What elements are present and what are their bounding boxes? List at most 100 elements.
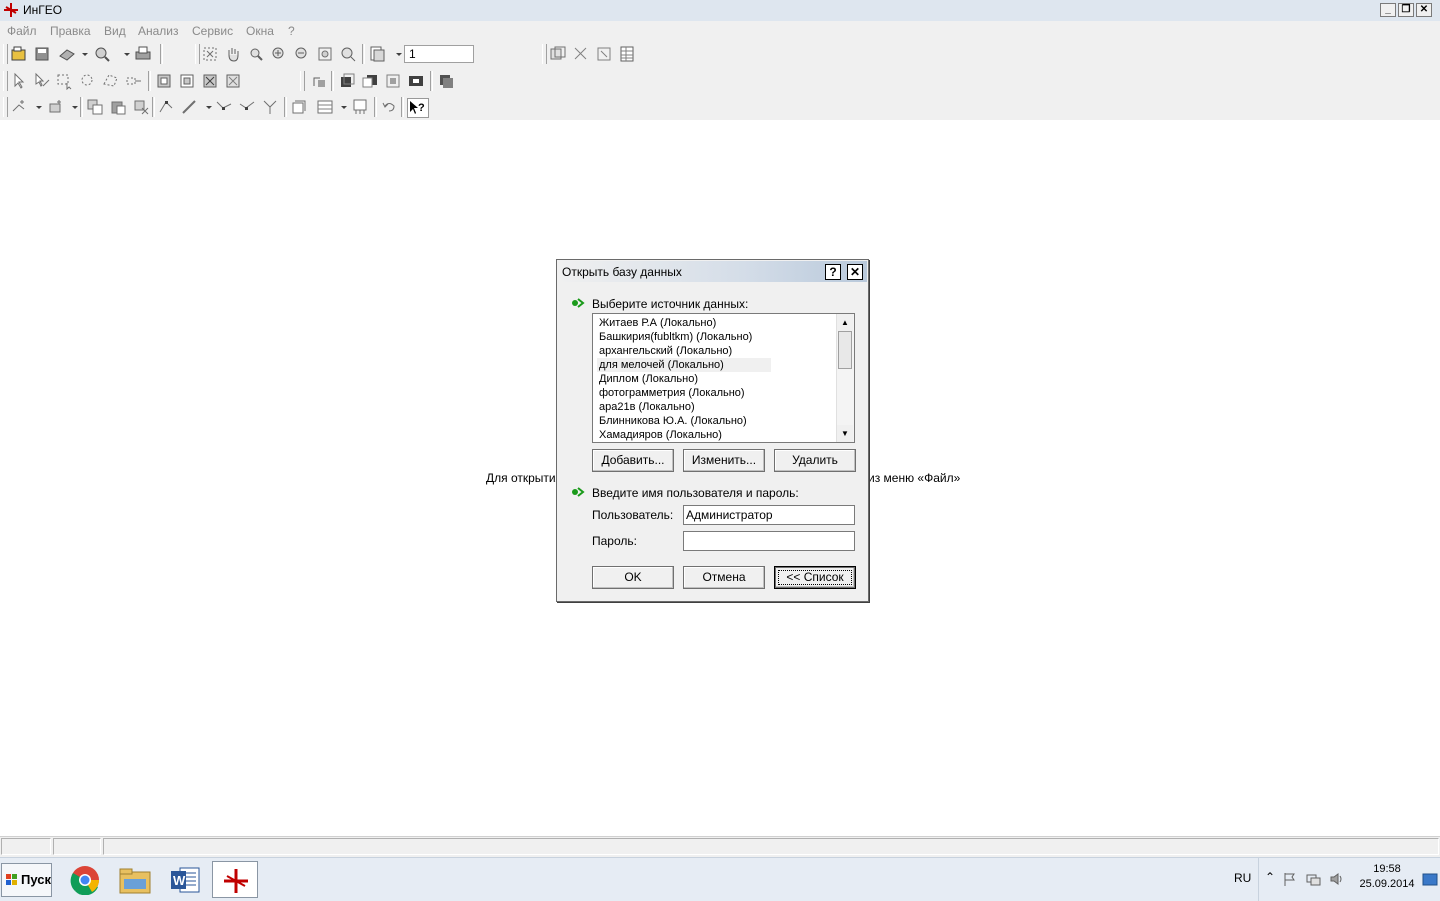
scroll-thumb[interactable]: [838, 331, 852, 369]
chevron-down-icon[interactable]: [390, 45, 402, 63]
action-center-flag-icon[interactable]: [1282, 871, 1298, 887]
preview-icon[interactable]: [93, 45, 111, 63]
new-point-icon[interactable]: [10, 98, 28, 116]
zoom-previous-icon[interactable]: [339, 45, 357, 63]
page-number-input[interactable]: 1: [404, 45, 474, 63]
split-icon[interactable]: [215, 98, 233, 116]
ingeo-taskbar-button[interactable]: [212, 861, 258, 898]
move-object-icon[interactable]: [310, 72, 328, 90]
menu-windows[interactable]: Окна: [246, 24, 274, 38]
cut-object-icon[interactable]: [132, 98, 150, 116]
topology-icon[interactable]: [261, 98, 279, 116]
menu-service[interactable]: Сервис: [192, 24, 233, 38]
user-field[interactable]: Администратор: [683, 505, 855, 525]
ungroup-icon[interactable]: [437, 72, 455, 90]
password-field[interactable]: [683, 531, 855, 551]
menu-help[interactable]: ?: [288, 24, 295, 38]
chevron-down-icon[interactable]: [66, 98, 78, 116]
select-line-icon[interactable]: [125, 72, 143, 90]
list-item[interactable]: ара21в (Локально): [599, 400, 695, 414]
word-taskbar-button[interactable]: W: [162, 861, 208, 898]
help-button[interactable]: ?: [825, 264, 841, 280]
list-item[interactable]: фотограмметрия (Локально): [599, 386, 745, 400]
menu-edit[interactable]: Правка: [50, 24, 91, 38]
clock[interactable]: 19:58 25.09.2014: [1355, 862, 1419, 892]
select-polygon-icon[interactable]: [102, 72, 120, 90]
scroll-down-arrow-icon[interactable]: ▼: [837, 425, 853, 442]
select-rect-icon[interactable]: [56, 72, 74, 91]
select-edit-icon[interactable]: [33, 72, 51, 90]
chrome-taskbar-button[interactable]: [62, 861, 108, 898]
list-toggle-button[interactable]: << Список: [774, 566, 856, 589]
eraser-icon[interactable]: [58, 45, 76, 63]
list-item[interactable]: Диплом (Локально): [599, 372, 698, 386]
data-source-list[interactable]: Житаев Р.А (Локально) Башкирия(fubltkm) …: [592, 313, 855, 443]
list-item[interactable]: Блинникова Ю.А. (Локально): [599, 414, 747, 428]
list-item[interactable]: Хамадияров (Локально): [599, 428, 722, 442]
attributes-table-icon[interactable]: [316, 98, 334, 116]
add-source-button[interactable]: Добавить...: [592, 449, 674, 472]
zoom-in-icon[interactable]: [270, 45, 288, 63]
draw-line-icon[interactable]: [181, 98, 199, 116]
scroll-up-arrow-icon[interactable]: ▲: [837, 314, 853, 331]
merge-icon[interactable]: [238, 98, 256, 116]
layers-icon[interactable]: [549, 45, 567, 63]
list-item[interactable]: Башкирия(fubltkm) (Локально): [599, 330, 752, 344]
new-object-icon[interactable]: [47, 98, 65, 116]
deselect-icon[interactable]: [201, 72, 219, 90]
delete-layer-icon[interactable]: [572, 45, 590, 63]
cancel-button[interactable]: Отмена: [683, 566, 765, 589]
select-circle-icon[interactable]: [79, 72, 97, 90]
chevron-down-icon[interactable]: [200, 98, 212, 116]
menu-view[interactable]: Вид: [104, 24, 126, 38]
close-dialog-button[interactable]: ✕: [847, 264, 863, 280]
zoom-out-icon[interactable]: [293, 45, 311, 63]
list-item[interactable]: архангельский (Локально): [599, 344, 732, 358]
bring-front-icon[interactable]: [338, 72, 356, 90]
send-back-icon[interactable]: [361, 72, 379, 90]
zoom-window-icon[interactable]: [247, 45, 265, 63]
undo-icon[interactable]: [380, 98, 398, 116]
print-icon[interactable]: [134, 45, 152, 63]
language-indicator[interactable]: RU: [1234, 871, 1251, 885]
menu-file[interactable]: Файл: [7, 24, 37, 38]
clear-selection-icon[interactable]: [224, 72, 242, 90]
zoom-all-icon[interactable]: [316, 45, 334, 63]
group-icon[interactable]: [407, 72, 425, 90]
show-desktop-icon[interactable]: [1422, 873, 1438, 887]
chevron-down-icon[interactable]: [335, 98, 347, 116]
minimize-button[interactable]: _: [1380, 3, 1396, 17]
delete-source-button[interactable]: Удалить: [774, 449, 856, 472]
start-button[interactable]: Пуск: [1, 863, 52, 897]
chevron-down-icon[interactable]: [76, 45, 88, 63]
network-icon[interactable]: [1305, 871, 1321, 887]
invert-selection-icon[interactable]: [178, 72, 196, 90]
list-item[interactable]: Житаев Р.А (Локально): [599, 316, 716, 330]
paste-object-icon[interactable]: [109, 98, 127, 116]
edit-geometry-icon[interactable]: [158, 98, 176, 116]
zoom-extent-icon[interactable]: [201, 45, 219, 63]
explorer-taskbar-button[interactable]: [112, 861, 158, 898]
copy-object-icon[interactable]: [86, 98, 104, 116]
report-icon[interactable]: [351, 98, 369, 116]
list-scrollbar[interactable]: ▲ ▼: [836, 314, 854, 442]
pan-hand-icon[interactable]: [224, 45, 242, 63]
dialog-titlebar[interactable]: Открыть базу данных ? ✕: [558, 261, 867, 282]
show-hidden-icons-icon[interactable]: ⌃: [1265, 870, 1275, 884]
select-arrow-icon[interactable]: [10, 72, 28, 90]
ok-button[interactable]: OK: [592, 566, 674, 589]
list-item-selected[interactable]: для мелочей (Локально): [597, 358, 771, 372]
table-icon[interactable]: [618, 45, 636, 63]
page-icon[interactable]: [368, 45, 386, 63]
edit-source-button[interactable]: Изменить...: [683, 449, 765, 472]
semantics-icon[interactable]: [290, 98, 308, 116]
restore-button[interactable]: ❐: [1398, 3, 1414, 17]
context-help-icon[interactable]: ?: [407, 98, 429, 118]
select-all-icon[interactable]: [155, 72, 173, 90]
save-icon[interactable]: [33, 45, 51, 63]
volume-icon[interactable]: [1329, 871, 1345, 887]
chevron-down-icon[interactable]: [118, 45, 130, 63]
menu-analysis[interactable]: Анализ: [138, 24, 179, 38]
open-icon[interactable]: [10, 45, 28, 63]
frame-icon[interactable]: [384, 72, 402, 90]
